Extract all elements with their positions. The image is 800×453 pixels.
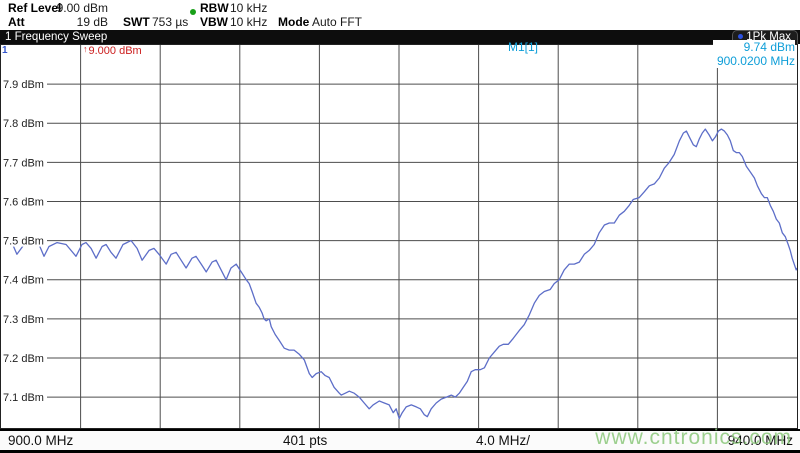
svg-text:7.9 dBm: 7.9 dBm [3, 79, 44, 91]
svg-text:7.8 dBm: 7.8 dBm [3, 118, 44, 130]
marker-level: 9.74 dBm [717, 40, 795, 54]
svg-text:7.3 dBm: 7.3 dBm [3, 314, 44, 326]
sweep-diagram: 7.9 dBm 7.8 dBm 7.7 dBm 7.6 dBm 7.5 dBm 7.4 d… [0, 44, 798, 429]
sweep-points[interactable]: 401 pts [283, 433, 327, 448]
watermark: www.cntronics.com [595, 426, 792, 450]
vbw-label[interactable]: VBW [200, 15, 228, 29]
start-frequency[interactable]: 900.0 MHz [8, 433, 73, 448]
mode-label[interactable]: Mode [278, 15, 309, 29]
svg-text:7.7 dBm: 7.7 dBm [3, 157, 44, 169]
ref-level-line-label: ↑9.000 dBm [83, 45, 142, 57]
marker-readout: 9.74 dBm 900.0200 MHz [713, 40, 795, 68]
window-title-bar: 1 Frequency Sweep 1Pk Max [0, 30, 800, 44]
swt-label[interactable]: SWT [123, 15, 150, 29]
rbw-value[interactable]: 10 kHz [230, 1, 267, 15]
svg-text:7.2 dBm: 7.2 dBm [3, 353, 44, 365]
trace-number-indicator: 1 [2, 45, 8, 56]
svg-text:7.5 dBm: 7.5 dBm [3, 236, 44, 248]
marker-m1-label[interactable]: M1[1] [508, 40, 538, 54]
svg-text:7.1 dBm: 7.1 dBm [3, 392, 44, 404]
vbw-value[interactable]: 10 kHz [230, 15, 267, 29]
marker-frequency: 900.0200 MHz [717, 54, 795, 68]
measurement-settings-bar: Ref Level 9.00 dBm Att 19 dB SWT 753 µs … [0, 0, 800, 30]
rbw-coupled-icon [190, 4, 199, 18]
swt-value[interactable]: 753 µs [152, 15, 188, 29]
att-value[interactable]: 19 dB [50, 15, 108, 29]
sweep-trace-svg: 7.9 dBm 7.8 dBm 7.7 dBm 7.6 dBm 7.5 dBm 7.4 d… [1, 45, 797, 428]
window-title: 1 Frequency Sweep [5, 31, 107, 43]
mode-value[interactable]: Auto FFT [312, 15, 362, 29]
frequency-per-division[interactable]: 4.0 MHz/ [476, 433, 530, 448]
rbw-label[interactable]: RBW [200, 1, 229, 15]
svg-text:7.6 dBm: 7.6 dBm [3, 196, 44, 208]
trace1-color-icon [738, 34, 743, 39]
ref-level-arrow-icon: ↑ [83, 44, 88, 54]
svg-text:7.4 dBm: 7.4 dBm [3, 275, 44, 287]
ref-level-value[interactable]: 9.00 dBm [50, 1, 108, 15]
att-label[interactable]: Att [8, 15, 25, 29]
